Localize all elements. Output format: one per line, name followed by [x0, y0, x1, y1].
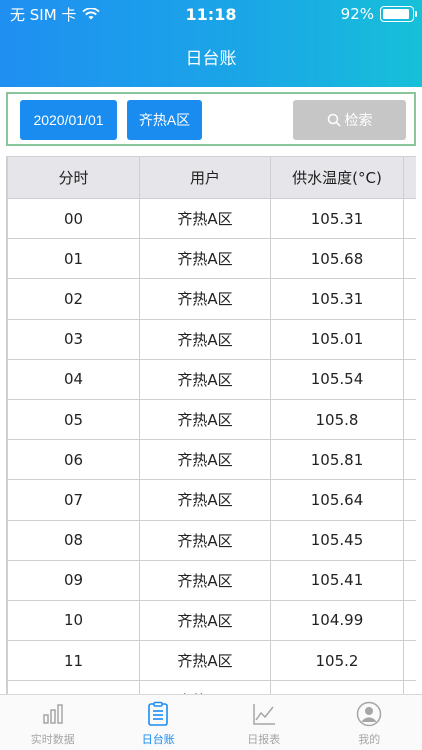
- cell-extra: [403, 640, 416, 682]
- cell-supply-temp: 105.8: [270, 398, 404, 441]
- cell-hour: 07: [7, 479, 140, 521]
- page-title: 日台账: [185, 49, 237, 69]
- cell-supply-temp: 105.41: [270, 559, 404, 601]
- cell-hour: 12: [7, 680, 140, 694]
- column-header-user: 用户: [139, 156, 271, 199]
- table-row: 01 齐热A区 105.68: [7, 238, 416, 280]
- cell-hour: 09: [7, 559, 140, 601]
- table-row: 10 齐热A区 104.99: [7, 599, 416, 642]
- bar-chart-icon: [43, 703, 63, 724]
- header: 无 SIM 卡 92% 11:18 日台账: [0, 0, 422, 87]
- cell-user: 齐热A区: [139, 398, 271, 441]
- tab-label: 我的: [358, 732, 381, 746]
- cell-user: 齐热A区: [139, 318, 271, 360]
- clipboard-list-icon: [148, 701, 169, 726]
- cell-extra: [403, 519, 416, 561]
- cell-hour: 03: [7, 318, 140, 360]
- cell-hour: 04: [7, 358, 140, 400]
- table-row: 06 齐热A区 105.81: [7, 439, 416, 481]
- cell-supply-temp: 105.01: [270, 318, 404, 360]
- table-row: 09 齐热A区 105.41: [7, 559, 416, 601]
- cell-supply-temp: 105.31: [270, 197, 404, 240]
- cell-user: 齐热A区: [139, 238, 271, 280]
- cell-supply-temp: 104.99: [270, 599, 404, 642]
- table-row: 08 齐热A区 105.45: [7, 519, 416, 561]
- cell-user: 齐热A区: [139, 640, 271, 682]
- cell-extra: [403, 559, 416, 601]
- cell-hour: 02: [7, 278, 140, 320]
- tab-bar: 实时数据 日台账 日报表 我的: [0, 694, 422, 750]
- cell-user: 齐热A区: [139, 599, 271, 642]
- cell-user: 齐热A区: [139, 680, 271, 694]
- cell-extra: [403, 439, 416, 481]
- tab-label: 实时数据: [30, 732, 75, 746]
- cell-user: 齐热A区: [139, 358, 271, 400]
- cell-hour: 00: [7, 197, 140, 240]
- cell-extra: [403, 398, 416, 441]
- table-row: 03 齐热A区 105.01: [7, 318, 416, 360]
- cell-extra: [403, 238, 416, 280]
- cell-supply-temp: 105.45: [270, 519, 404, 561]
- table-row: 00 齐热A区 105.31: [7, 197, 416, 240]
- cell-user: 齐热A区: [139, 278, 271, 320]
- column-header-hour: 分时: [7, 156, 140, 199]
- data-table: 分时 用户 供水温度(°C) 00 齐热A区 105.31 01 齐热A区 105.68 0…: [7, 156, 416, 694]
- cell-supply-temp: 105.31: [270, 278, 404, 320]
- status-time: 11:18: [185, 5, 237, 24]
- column-header-extra: [403, 156, 416, 199]
- table-row: 07 齐热A区 105.64: [7, 479, 416, 521]
- cell-hour: 10: [7, 599, 140, 642]
- column-header-supply-temp: 供水温度(°C): [270, 156, 404, 199]
- table-row: 02 齐热A区 105.31: [7, 278, 416, 320]
- cell-extra: [403, 680, 416, 694]
- cell-hour: 01: [7, 238, 140, 280]
- table-row: 04 齐热A区 105.54: [7, 358, 416, 400]
- tab-daily-ledger[interactable]: 日台账: [106, 695, 212, 750]
- cell-supply-temp: 105.81: [270, 439, 404, 481]
- search-button[interactable]: 检索: [293, 100, 406, 140]
- line-chart-icon: [253, 703, 275, 725]
- cell-supply-temp: 105.64: [270, 479, 404, 521]
- tab-label: 日报表: [247, 732, 281, 746]
- cell-extra: [403, 358, 416, 400]
- cell-extra: [403, 278, 416, 320]
- cell-extra: [403, 599, 416, 642]
- table-row: 12齐热A区: [7, 680, 416, 694]
- cell-user: 齐热A区: [139, 479, 271, 521]
- tab-profile[interactable]: 我的: [317, 695, 422, 750]
- date-picker-button[interactable]: 2020/01/01: [20, 100, 117, 140]
- cell-supply-temp: 105.54: [270, 358, 404, 400]
- cell-user: 齐热A区: [139, 197, 271, 240]
- cell-user: 齐热A区: [139, 439, 271, 481]
- table-row: 05 齐热A区 105.8: [7, 398, 416, 441]
- cell-user: 齐热A区: [139, 519, 271, 561]
- user-circle-icon: [357, 701, 382, 726]
- cell-supply-temp: 105.2: [270, 640, 404, 682]
- cell-user: 齐热A区: [139, 559, 271, 601]
- tab-realtime-data[interactable]: 实时数据: [0, 695, 106, 750]
- cell-supply-temp: [270, 680, 404, 694]
- cell-extra: [403, 479, 416, 521]
- cell-extra: [403, 197, 416, 240]
- data-table-container[interactable]: 分时 用户 供水温度(°C) 00 齐热A区 105.31 01 齐热A区 105.68 0…: [6, 156, 416, 694]
- table-header-row: 分时 用户 供水温度(°C): [7, 156, 416, 199]
- cell-supply-temp: 105.68: [270, 238, 404, 280]
- table-row: 11 齐热A区 105.2: [7, 640, 416, 682]
- tab-daily-report[interactable]: 日报表: [211, 695, 317, 750]
- area-select-button[interactable]: 齐热A区: [127, 100, 202, 140]
- search-button-label: 检索: [344, 112, 373, 128]
- search-icon: [327, 113, 341, 127]
- cell-hour: 05: [7, 398, 140, 441]
- tab-label: 日台账: [141, 732, 175, 746]
- cell-extra: [403, 318, 416, 360]
- filter-panel: 2020/01/01 齐热A区 检索: [6, 92, 416, 146]
- cell-hour: 08: [7, 519, 140, 561]
- cell-hour: 11: [7, 640, 140, 682]
- cell-hour: 06: [7, 439, 140, 481]
